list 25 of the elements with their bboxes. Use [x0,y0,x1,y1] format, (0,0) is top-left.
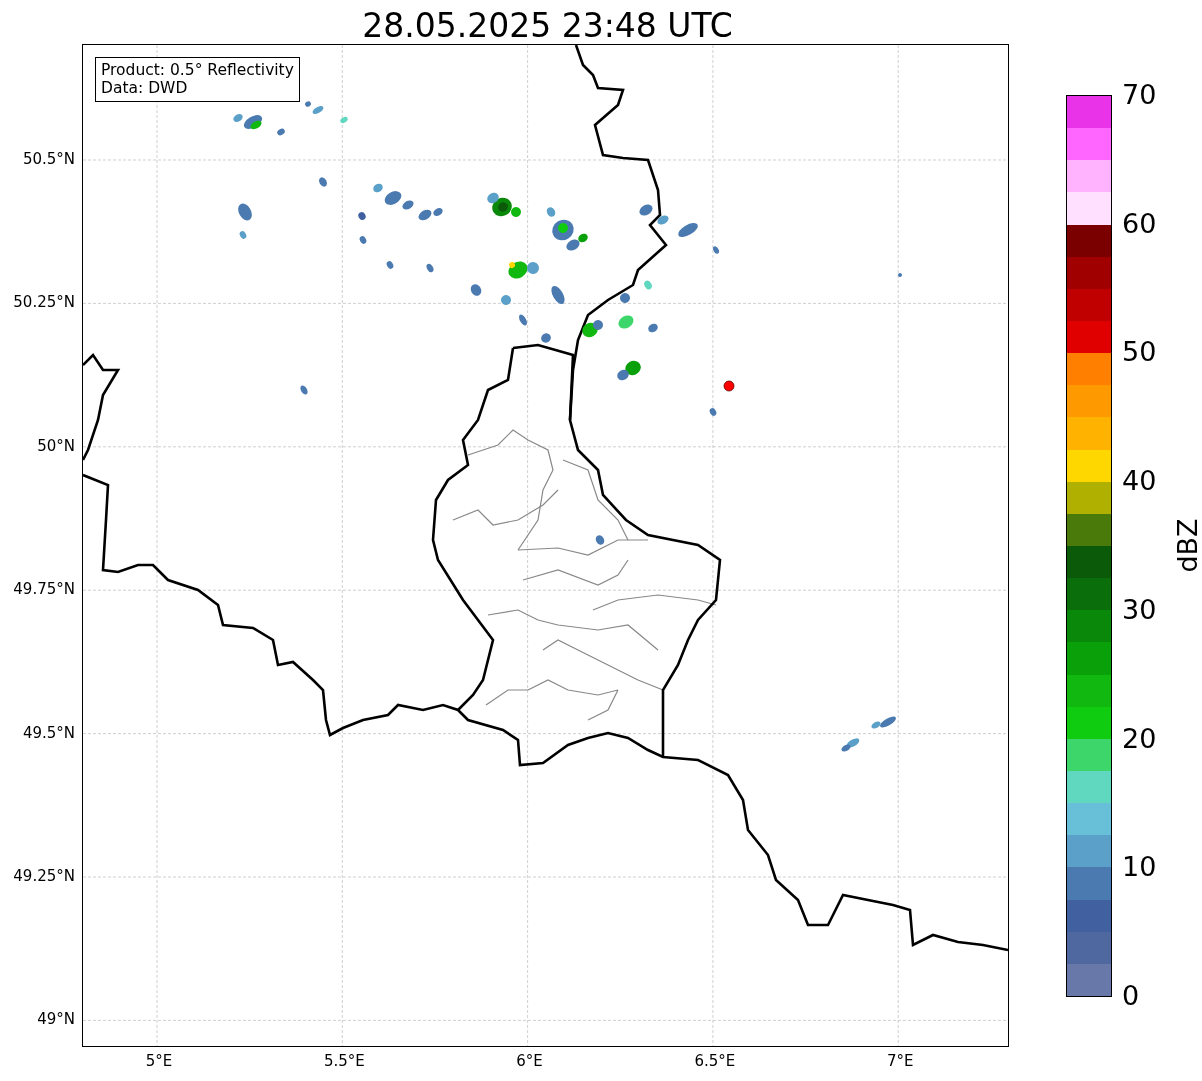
latitude-label: 49.75°N [13,580,75,599]
latitude-label: 50.25°N [13,293,75,312]
longitude-label: 7°E [886,1052,914,1070]
latitude-label: 49.5°N [22,723,75,742]
info-text: Data: DWD [101,79,189,97]
colorbar-tick-label: 0 [1122,980,1140,1012]
longitude-label: 6.5°E [694,1052,736,1070]
location-marker [723,380,735,392]
info-text: Product: 0.5° Reflectivity [101,61,294,79]
colorbar-tick-label: 20 [1122,722,1157,755]
latitude-label: 49°N [37,1010,75,1029]
latitude-label: 50°N [37,436,75,455]
colorbar-tick-label: 30 [1122,593,1157,626]
colorbar-tick-label: 10 [1122,851,1157,884]
colorbar-tick-label: 60 [1122,207,1157,240]
longitude-label: 5.5°E [323,1052,365,1070]
colorbar-tick-label: 70 [1122,79,1157,111]
latitude-label: 50.5°N [22,150,75,168]
colorbar-tick-label: 50 [1122,336,1157,369]
latitude-label: 49.25°N [13,867,75,885]
colorbar-tick-label: 40 [1122,465,1157,498]
longitude-label: 5°E [145,1052,173,1070]
map-title: 28.05.2025 23:48 UTC [361,5,734,45]
longitude-label: 6°E [516,1052,543,1070]
colorbar-label: dBZ [1171,518,1202,573]
